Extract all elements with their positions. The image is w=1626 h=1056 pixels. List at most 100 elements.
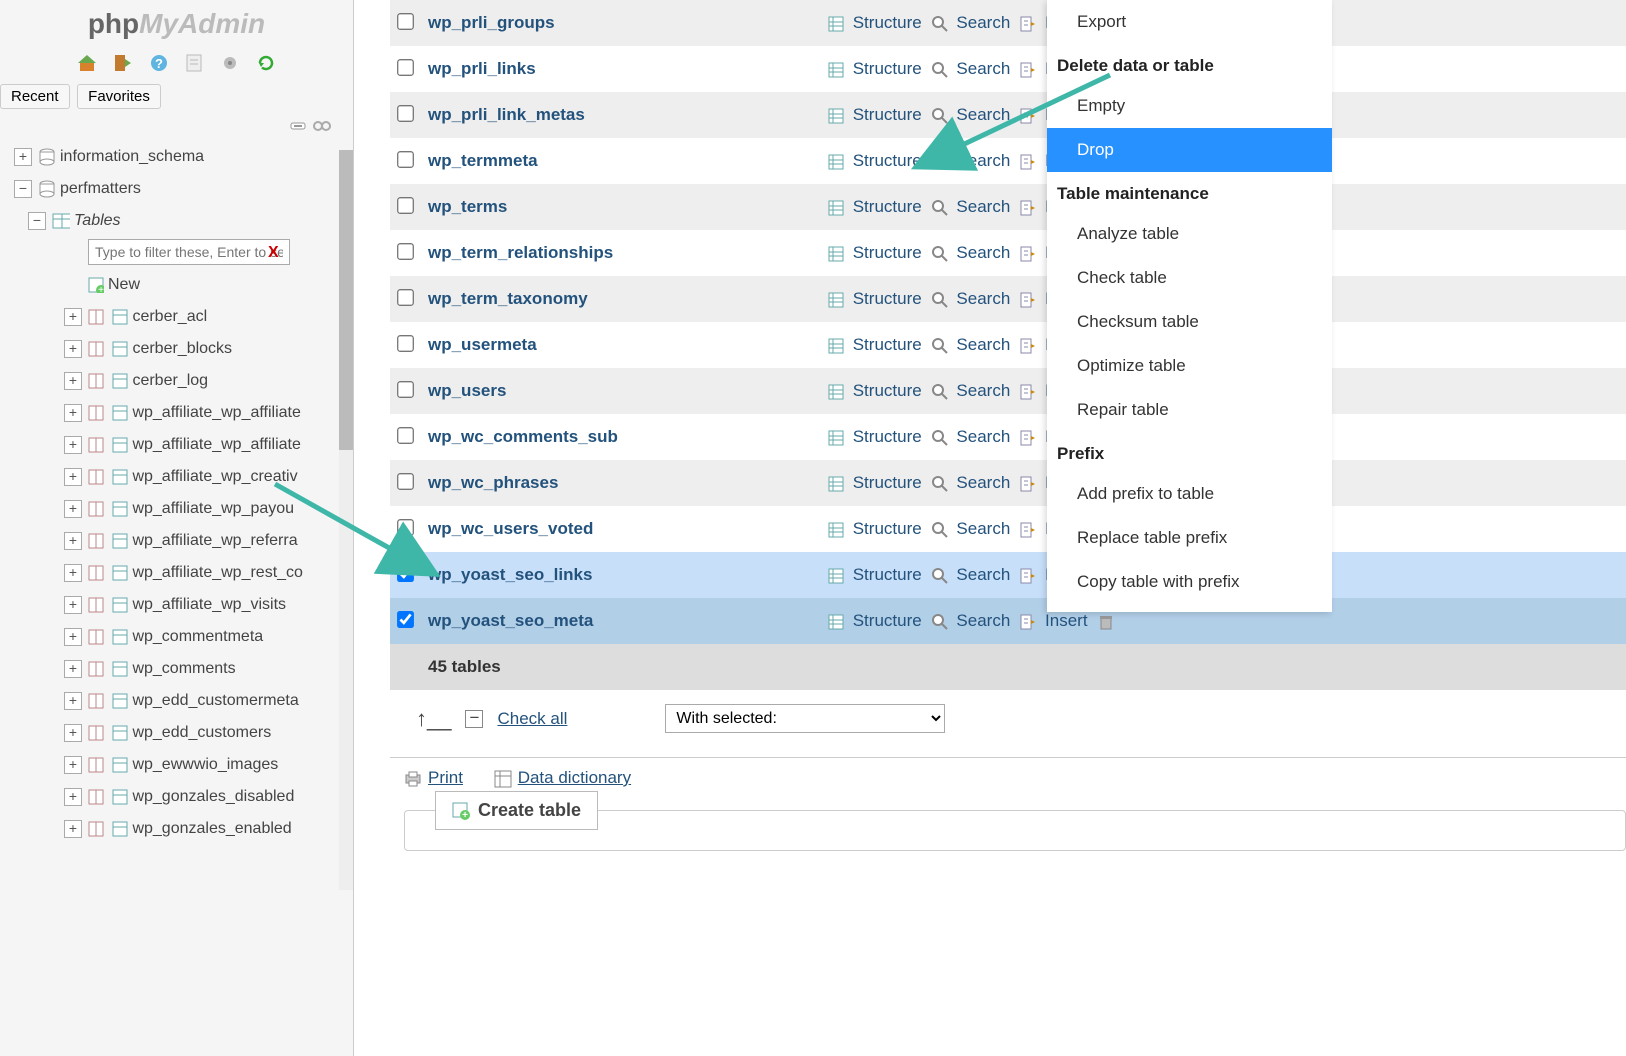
search-link[interactable]: Search: [932, 197, 1011, 217]
tree-db-perfmatters[interactable]: −perfmatters: [0, 173, 353, 205]
search-link[interactable]: Search: [932, 59, 1011, 79]
menu-analyze[interactable]: Analyze table: [1047, 212, 1332, 256]
row-checkbox[interactable]: [397, 289, 414, 306]
row-checkbox[interactable]: [397, 151, 414, 168]
table-name[interactable]: wp_prli_groups: [420, 0, 820, 46]
scroll-thumb[interactable]: [339, 150, 353, 450]
row-checkbox[interactable]: [397, 565, 414, 582]
favorites-button[interactable]: Favorites: [77, 84, 161, 109]
menu-copy-prefix[interactable]: Copy table with prefix: [1047, 560, 1332, 604]
tree-table-item[interactable]: + wp_edd_customermeta: [0, 685, 353, 717]
with-selected-dropdown[interactable]: With selected:: [665, 704, 945, 733]
refresh-icon[interactable]: [256, 52, 276, 72]
search-link[interactable]: Search: [932, 335, 1011, 355]
structure-link[interactable]: Structure: [828, 565, 922, 585]
row-checkbox[interactable]: [397, 59, 414, 76]
table-name[interactable]: wp_wc_users_voted: [420, 506, 820, 552]
tree-db-information_schema[interactable]: +information_schema: [0, 141, 353, 173]
checkall-checkbox[interactable]: −: [465, 710, 483, 728]
row-checkbox[interactable]: [397, 243, 414, 260]
tree-table-item[interactable]: + wp_affiliate_wp_payou: [0, 493, 353, 525]
menu-repair[interactable]: Repair table: [1047, 388, 1332, 432]
recent-button[interactable]: Recent: [0, 84, 70, 109]
structure-link[interactable]: Structure: [828, 243, 922, 263]
tree-table-item[interactable]: + wp_affiliate_wp_creativ: [0, 461, 353, 493]
row-checkbox[interactable]: [397, 611, 414, 628]
menu-export[interactable]: Export: [1047, 0, 1332, 44]
table-name[interactable]: wp_termmeta: [420, 138, 820, 184]
menu-add-prefix[interactable]: Add prefix to table: [1047, 472, 1332, 516]
help-icon[interactable]: ?: [149, 52, 169, 72]
search-link[interactable]: Search: [932, 381, 1011, 401]
expand-icon[interactable]: +: [64, 692, 82, 710]
insert-link[interactable]: Insert: [1020, 611, 1087, 631]
filter-clear-icon[interactable]: X: [268, 244, 279, 261]
table-name[interactable]: wp_term_relationships: [420, 230, 820, 276]
search-link[interactable]: Search: [932, 13, 1011, 33]
table-name[interactable]: wp_wc_comments_sub: [420, 414, 820, 460]
tree-table-item[interactable]: + wp_gonzales_disabled: [0, 781, 353, 813]
collapse-icon[interactable]: −: [28, 212, 46, 230]
structure-link[interactable]: Structure: [828, 611, 922, 631]
tree-table-item[interactable]: + wp_ewwwio_images: [0, 749, 353, 781]
search-link[interactable]: Search: [932, 427, 1011, 447]
sidebar-scrollbar[interactable]: [339, 150, 353, 890]
tree-table-item[interactable]: + wp_comments: [0, 653, 353, 685]
tree-table-item[interactable]: + cerber_blocks: [0, 333, 353, 365]
expand-icon[interactable]: +: [64, 820, 82, 838]
table-name[interactable]: wp_terms: [420, 184, 820, 230]
structure-link[interactable]: Structure: [828, 105, 922, 125]
structure-link[interactable]: Structure: [828, 151, 922, 171]
home-icon[interactable]: [77, 52, 97, 72]
search-link[interactable]: Search: [932, 473, 1011, 493]
structure-link[interactable]: Structure: [828, 13, 922, 33]
search-link[interactable]: Search: [932, 151, 1011, 171]
expand-icon[interactable]: +: [64, 340, 82, 358]
row-checkbox[interactable]: [397, 335, 414, 352]
search-link[interactable]: Search: [932, 243, 1011, 263]
row-checkbox[interactable]: [397, 473, 414, 490]
tree-table-item[interactable]: + wp_affiliate_wp_affiliate: [0, 397, 353, 429]
tree-table-item[interactable]: + wp_gonzales_enabled: [0, 813, 353, 845]
table-name[interactable]: wp_prli_links: [420, 46, 820, 92]
structure-link[interactable]: Structure: [828, 381, 922, 401]
checkall-link[interactable]: Check all: [497, 709, 567, 729]
data-dictionary-link[interactable]: Data dictionary: [494, 768, 631, 787]
collapse-icons[interactable]: [0, 117, 353, 141]
tree-table-item[interactable]: + wp_affiliate_wp_rest_co: [0, 557, 353, 589]
expand-icon[interactable]: +: [64, 468, 82, 486]
structure-link[interactable]: Structure: [828, 335, 922, 355]
table-name[interactable]: wp_users: [420, 368, 820, 414]
row-checkbox[interactable]: [397, 381, 414, 398]
tree-table-item[interactable]: + wp_affiliate_wp_visits: [0, 589, 353, 621]
expand-icon[interactable]: +: [64, 532, 82, 550]
expand-icon[interactable]: +: [64, 564, 82, 582]
tree-table-item[interactable]: + wp_commentmeta: [0, 621, 353, 653]
search-link[interactable]: Search: [932, 611, 1011, 631]
expand-icon[interactable]: +: [64, 404, 82, 422]
gear-icon[interactable]: [220, 52, 240, 72]
search-link[interactable]: Search: [932, 289, 1011, 309]
tree-new-table[interactable]: +New: [0, 269, 353, 301]
search-link[interactable]: Search: [932, 519, 1011, 539]
tree-table-item[interactable]: + cerber_acl: [0, 301, 353, 333]
expand-icon[interactable]: +: [14, 148, 32, 166]
tree-table-item[interactable]: + wp_affiliate_wp_affiliate: [0, 429, 353, 461]
tree-tables-node[interactable]: −Tables: [0, 205, 353, 237]
structure-link[interactable]: Structure: [828, 289, 922, 309]
table-name[interactable]: wp_wc_phrases: [420, 460, 820, 506]
logo[interactable]: phpMyAdmin: [0, 0, 353, 48]
table-name[interactable]: wp_yoast_seo_links: [420, 552, 820, 598]
print-link[interactable]: Print: [404, 768, 463, 787]
drop-link[interactable]: [1098, 611, 1118, 631]
structure-link[interactable]: Structure: [828, 473, 922, 493]
expand-icon[interactable]: +: [64, 500, 82, 518]
doc-icon[interactable]: [184, 52, 204, 72]
tree-table-item[interactable]: + wp_edd_customers: [0, 717, 353, 749]
expand-icon[interactable]: +: [64, 628, 82, 646]
expand-icon[interactable]: +: [64, 660, 82, 678]
structure-link[interactable]: Structure: [828, 427, 922, 447]
row-checkbox[interactable]: [397, 105, 414, 122]
tree-table-item[interactable]: + cerber_log: [0, 365, 353, 397]
table-name[interactable]: wp_prli_link_metas: [420, 92, 820, 138]
